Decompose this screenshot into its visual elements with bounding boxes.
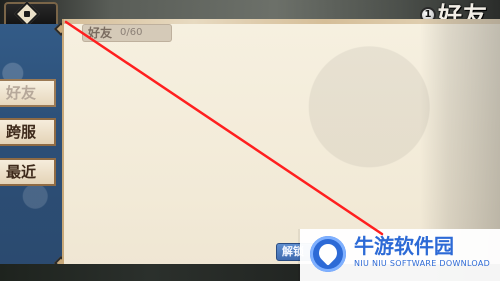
tab-friends[interactable]: 好友: [0, 79, 56, 107]
back-arrow-icon: [14, 1, 40, 27]
logo-icon: [310, 236, 346, 272]
friend-count: 0/60: [120, 27, 143, 38]
panel-title: 好友: [88, 26, 113, 40]
tab-recent[interactable]: 最近: [0, 158, 56, 186]
tab-cross-server[interactable]: 跨服: [0, 118, 56, 146]
friends-screen: 1 好友 好友 跨服 最近 好友 0/60 解锁 牛游软件园 NIU NIU S…: [0, 0, 500, 281]
watermark-subtitle: NIU NIU SOFTWARE DOWNLOAD: [354, 259, 491, 268]
left-sidebar: [0, 24, 66, 270]
watermark-title: 牛游软件园: [354, 234, 454, 258]
